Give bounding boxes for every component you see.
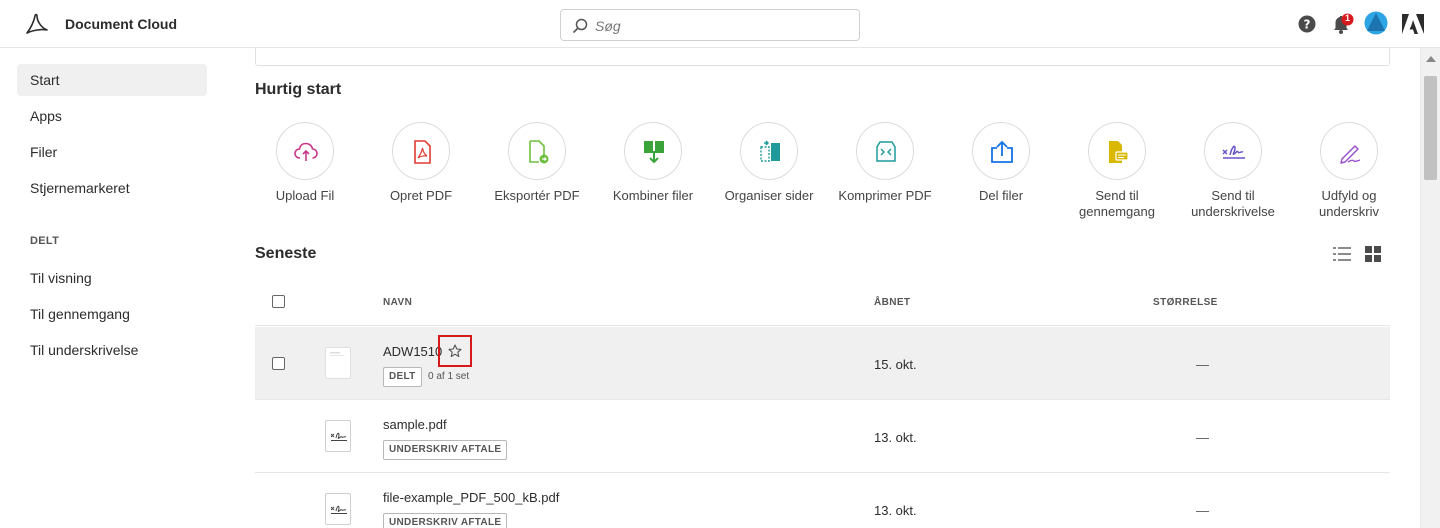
tool-share-files[interactable]: Del filer bbox=[943, 122, 1059, 204]
user-avatar[interactable] bbox=[1364, 11, 1388, 40]
notification-count-badge: 1 bbox=[1345, 13, 1351, 23]
sidebar-item-start[interactable]: Start bbox=[17, 64, 207, 96]
share-files-icon bbox=[991, 140, 1013, 163]
sidebar-item-for-viewing[interactable]: Til visning bbox=[17, 262, 207, 294]
tool-icon-circle[interactable] bbox=[508, 122, 566, 180]
column-header-opened[interactable]: ÅBNET bbox=[874, 297, 910, 308]
tool-label[interactable]: Opret PDF bbox=[363, 188, 479, 204]
tool-label[interactable]: Upload Fil bbox=[247, 188, 363, 204]
tool-send-for-signature[interactable]: Send til underskrivelse bbox=[1175, 122, 1291, 220]
opened-date: 13. okt. bbox=[874, 430, 917, 445]
sidebar-item-for-review[interactable]: Til gennemgang bbox=[17, 298, 207, 330]
search-input[interactable] bbox=[595, 16, 845, 36]
tool-label[interactable]: Eksportér PDF bbox=[479, 188, 595, 204]
star-button[interactable] bbox=[438, 335, 472, 367]
notifications-bell-icon[interactable]: 1 bbox=[1331, 13, 1355, 40]
quick-start-title: Hurtig start bbox=[255, 81, 342, 98]
main-content: Hurtig start Upload Fil Opret PDF Ekspor… bbox=[225, 48, 1420, 528]
status-badge: DELT bbox=[383, 367, 422, 387]
search-box[interactable] bbox=[560, 9, 860, 41]
tool-icon-circle[interactable] bbox=[392, 122, 450, 180]
tool-organize-pages[interactable]: Organiser sider bbox=[711, 122, 827, 204]
list-view-icon[interactable] bbox=[1333, 246, 1351, 267]
grid-view-icon[interactable] bbox=[1365, 246, 1381, 267]
send-signature-icon bbox=[1222, 145, 1245, 159]
opened-date: 15. okt. bbox=[874, 357, 917, 372]
table-row[interactable]: ADW1510 DELT 0 af 1 set 15. okt. — bbox=[255, 327, 1390, 400]
tool-icon-circle[interactable] bbox=[856, 122, 914, 180]
star-icon bbox=[448, 344, 462, 358]
tool-send-for-review[interactable]: Send til gennemgang bbox=[1059, 122, 1175, 220]
view-count-text: 0 af 1 set bbox=[428, 371, 470, 382]
tool-icon-circle[interactable] bbox=[740, 122, 798, 180]
cloud-upload-icon bbox=[294, 142, 318, 161]
tool-icon-circle[interactable] bbox=[1320, 122, 1378, 180]
sidebar-item-for-signature[interactable]: Til underskrivelse bbox=[17, 334, 207, 366]
file-size: — bbox=[1196, 357, 1209, 372]
file-thumbnail[interactable] bbox=[325, 493, 351, 525]
table-header: NAVN ÅBNET STØRRELSE bbox=[255, 284, 1390, 326]
tool-label[interactable]: Komprimer PDF bbox=[827, 188, 943, 204]
signature-file-icon bbox=[331, 432, 347, 441]
recent-title: Seneste bbox=[255, 245, 317, 262]
app-title[interactable]: Document Cloud bbox=[65, 16, 177, 32]
tool-label[interactable]: Send til underskrivelse bbox=[1175, 188, 1291, 220]
tool-label[interactable]: Udfyld og underskriv bbox=[1291, 188, 1407, 220]
export-pdf-icon bbox=[529, 140, 549, 164]
status-badge: UNDERSKRIV AFTALE bbox=[383, 513, 508, 528]
tool-label[interactable]: Del filer bbox=[943, 188, 1059, 204]
status-badge: UNDERSKRIV AFTALE bbox=[383, 440, 508, 460]
acrobat-logo-icon[interactable] bbox=[24, 12, 50, 36]
tool-export-pdf[interactable]: Eksportér PDF bbox=[479, 122, 595, 204]
file-thumbnail[interactable] bbox=[325, 347, 351, 379]
scroll-up-arrow-icon[interactable] bbox=[1426, 56, 1436, 62]
top-card bbox=[255, 48, 1390, 66]
sidebar: Start Apps Filer Stjernemarkeret DELT Ti… bbox=[0, 48, 225, 528]
search-icon bbox=[572, 18, 588, 34]
tool-label[interactable]: Kombiner filer bbox=[595, 188, 711, 204]
file-size: — bbox=[1196, 430, 1209, 445]
table-row[interactable]: file-example_PDF_500_kB.pdf UNDERSKRIV A… bbox=[255, 473, 1390, 528]
tool-icon-circle[interactable] bbox=[1088, 122, 1146, 180]
tool-fill-and-sign[interactable]: Udfyld og underskriv bbox=[1291, 122, 1407, 220]
tool-icon-circle[interactable] bbox=[1204, 122, 1262, 180]
row-checkbox[interactable] bbox=[272, 357, 285, 370]
signature-file-icon bbox=[331, 505, 347, 514]
create-pdf-icon bbox=[414, 140, 431, 164]
tool-label[interactable]: Organiser sider bbox=[711, 188, 827, 204]
file-name[interactable]: ADW1510 bbox=[383, 344, 442, 359]
sidebar-item-files[interactable]: Filer bbox=[17, 136, 207, 168]
select-all-checkbox[interactable] bbox=[272, 295, 285, 308]
compress-pdf-icon bbox=[876, 141, 896, 162]
vertical-scrollbar[interactable] bbox=[1420, 48, 1440, 528]
tool-icon-circle[interactable] bbox=[624, 122, 682, 180]
top-bar: Document Cloud ? 1 bbox=[0, 0, 1440, 48]
sidebar-heading-shared: DELT bbox=[30, 235, 60, 247]
tool-icon-circle[interactable] bbox=[276, 122, 334, 180]
table-row[interactable]: sample.pdf UNDERSKRIV AFTALE 13. okt. — bbox=[255, 400, 1390, 473]
file-name[interactable]: sample.pdf bbox=[383, 417, 447, 432]
tool-icon-circle[interactable] bbox=[972, 122, 1030, 180]
help-icon[interactable]: ? bbox=[1298, 15, 1316, 38]
file-thumbnail[interactable] bbox=[325, 420, 351, 452]
adobe-logo-icon[interactable] bbox=[1402, 14, 1424, 39]
tool-label[interactable]: Send til gennemgang bbox=[1059, 188, 1175, 220]
opened-date: 13. okt. bbox=[874, 503, 917, 518]
scroll-thumb[interactable] bbox=[1424, 76, 1437, 180]
sidebar-item-starred[interactable]: Stjernemarkeret bbox=[17, 172, 207, 204]
sidebar-item-apps[interactable]: Apps bbox=[17, 100, 207, 132]
organize-pages-icon bbox=[760, 140, 780, 162]
tool-compress-pdf[interactable]: Komprimer PDF bbox=[827, 122, 943, 204]
column-header-size[interactable]: STØRRELSE bbox=[1153, 297, 1218, 308]
column-header-name[interactable]: NAVN bbox=[383, 297, 412, 308]
tool-upload-file[interactable]: Upload Fil bbox=[247, 122, 363, 204]
file-size: — bbox=[1196, 503, 1209, 518]
svg-text:?: ? bbox=[1304, 18, 1311, 32]
tool-combine-files[interactable]: Kombiner filer bbox=[595, 122, 711, 204]
send-review-icon bbox=[1109, 141, 1129, 163]
file-name[interactable]: file-example_PDF_500_kB.pdf bbox=[383, 490, 559, 505]
combine-files-icon bbox=[644, 141, 664, 164]
fill-sign-icon bbox=[1340, 145, 1361, 164]
tool-create-pdf[interactable]: Opret PDF bbox=[363, 122, 479, 204]
